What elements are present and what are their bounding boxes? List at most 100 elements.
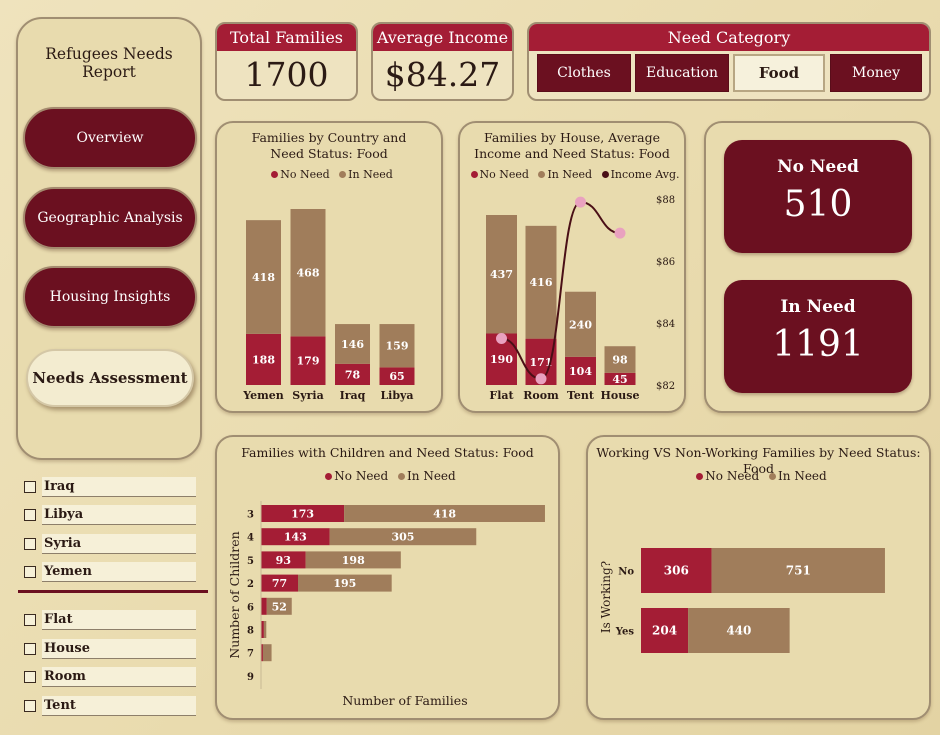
children-chart-panel: Families with Children and Need Status: … xyxy=(215,435,560,720)
data-label-no-need: 45 xyxy=(612,373,627,386)
data-label-in-need: 52 xyxy=(272,600,287,613)
total-families-label: Total Families xyxy=(217,24,356,51)
y2-tick-label: $88 xyxy=(656,195,675,206)
data-label-no-need: 179 xyxy=(297,355,320,368)
house-chart-panel: Families by House, Average Income and Ne… xyxy=(458,121,686,413)
nav-needs-assessment-button[interactable]: Needs Assessment xyxy=(26,349,194,407)
x-axis-label: Number of Families xyxy=(342,693,467,708)
checkbox[interactable] xyxy=(24,538,36,550)
y2-tick-label: $82 xyxy=(656,381,675,392)
data-label-in-need: 751 xyxy=(786,564,811,578)
y-tick-label: 4 xyxy=(247,533,254,544)
y-axis-label: Number of Children xyxy=(227,531,242,658)
y-axis-label: Is Working? xyxy=(599,561,613,633)
data-label-in-need: 98 xyxy=(612,354,628,367)
checkbox[interactable] xyxy=(24,643,36,655)
y-tick-label: 5 xyxy=(247,556,254,567)
x-tick-label: Flat xyxy=(489,389,514,402)
bar-in-need xyxy=(263,621,267,638)
checkbox[interactable] xyxy=(24,481,36,493)
bar-in-need xyxy=(262,644,272,662)
data-label-no-need: 190 xyxy=(490,353,513,366)
slicer-item-yemen[interactable]: Yemen xyxy=(22,562,196,582)
data-label-no-need: 306 xyxy=(664,564,689,578)
x-tick-label: House xyxy=(601,389,640,402)
checkbox[interactable] xyxy=(24,509,36,521)
slicer-item-tent[interactable]: Tent xyxy=(22,696,196,716)
data-label-no-need: 93 xyxy=(276,554,291,567)
data-label-in-need: 159 xyxy=(386,340,409,353)
need-option-clothes[interactable]: Clothes xyxy=(537,54,631,92)
data-label-in-need: 195 xyxy=(333,577,356,590)
y-tick-label: 9 xyxy=(247,672,254,683)
no-need-card: No Need 510 xyxy=(724,140,912,253)
data-label-no-need: 104 xyxy=(569,365,592,378)
x-tick-label: Syria xyxy=(292,389,323,402)
data-label-no-need: 204 xyxy=(652,624,677,638)
checkbox[interactable] xyxy=(24,671,36,683)
slicer-item-house[interactable]: House xyxy=(22,639,196,659)
y-tick-label: No xyxy=(618,567,634,578)
data-label-in-need: 440 xyxy=(726,624,751,638)
slicer-item-flat[interactable]: Flat xyxy=(22,610,196,630)
total-families-value: 1700 xyxy=(244,55,329,94)
nav-overview-button[interactable]: Overview xyxy=(23,107,197,169)
data-label-no-need: 78 xyxy=(345,368,361,381)
y2-tick-label: $84 xyxy=(656,319,675,330)
need-category-title: Need Category xyxy=(529,24,929,51)
x-tick-label: Tent xyxy=(567,389,595,402)
report-title: Refugees Needs Report xyxy=(45,45,173,81)
no-need-value: 510 xyxy=(783,184,853,225)
slicer-item-syria[interactable]: Syria xyxy=(22,534,196,554)
x-tick-label: Yemen xyxy=(242,389,284,402)
x-tick-label: Iraq xyxy=(340,389,366,402)
checkbox[interactable] xyxy=(24,566,36,578)
data-label-no-need: 173 xyxy=(291,508,314,521)
in-need-value: 1191 xyxy=(772,324,864,365)
data-label-in-need: 198 xyxy=(342,554,365,567)
data-label-in-need: 468 xyxy=(297,267,320,280)
y2-tick-label: $86 xyxy=(656,257,675,268)
total-families-card: Total Families 1700 xyxy=(215,22,358,101)
need-option-money[interactable]: Money xyxy=(830,54,922,92)
need-option-food[interactable]: Food xyxy=(733,54,825,92)
need-category-options: Clothes Education Food Money xyxy=(537,54,923,92)
income-avg-point xyxy=(535,373,547,385)
y-tick-label: Yes xyxy=(615,627,635,638)
data-label-in-need: 418 xyxy=(433,508,456,521)
nav-geographic-analysis-button[interactable]: Geographic Analysis xyxy=(23,187,197,249)
data-label-in-need: 416 xyxy=(530,276,553,289)
slicer-item-room[interactable]: Room xyxy=(22,667,196,687)
data-label-in-need: 240 xyxy=(569,318,592,331)
working-chart-panel: Working VS Non-Working Families by Need … xyxy=(586,435,931,720)
slicer-item-libya[interactable]: Libya xyxy=(22,505,196,525)
checkbox[interactable] xyxy=(24,700,36,712)
income-avg-point xyxy=(575,196,586,208)
x-tick-label: Room xyxy=(523,389,559,402)
working-chart-plot: 306 751 No 204 440 YesIs Working? xyxy=(599,548,885,653)
income-avg-line xyxy=(501,201,621,380)
data-label-no-need: 65 xyxy=(389,370,404,383)
y-tick-label: 3 xyxy=(247,510,254,521)
slicer-item-iraq[interactable]: Iraq xyxy=(22,477,196,497)
average-income-value: $84.27 xyxy=(384,55,501,94)
nav-housing-insights-button[interactable]: Housing Insights xyxy=(23,266,197,328)
bar-no-need xyxy=(261,597,267,615)
income-avg-point xyxy=(496,333,507,344)
data-label-no-need: 77 xyxy=(272,577,287,590)
checkbox[interactable] xyxy=(24,614,36,626)
data-label-in-need: 418 xyxy=(252,271,275,284)
y-tick-label: 2 xyxy=(247,579,254,590)
y-tick-label: 7 xyxy=(247,649,254,660)
need-category-slicer: Need Category Clothes Education Food Mon… xyxy=(527,22,931,101)
house-chart-plot: 190437Flat171416Room104240Tent4598House$… xyxy=(486,195,675,402)
average-income-card: Average Income $84.27 xyxy=(371,22,514,101)
data-label-in-need: 305 xyxy=(392,531,415,544)
y-tick-label: 8 xyxy=(247,626,254,637)
need-status-panel: No Need 510 In Need 1191 xyxy=(704,121,931,413)
need-option-education[interactable]: Education xyxy=(635,54,729,92)
y-tick-label: 6 xyxy=(247,602,254,613)
in-need-card: In Need 1191 xyxy=(724,280,912,393)
x-tick-label: Libya xyxy=(380,389,413,402)
average-income-label: Average Income xyxy=(373,24,512,51)
